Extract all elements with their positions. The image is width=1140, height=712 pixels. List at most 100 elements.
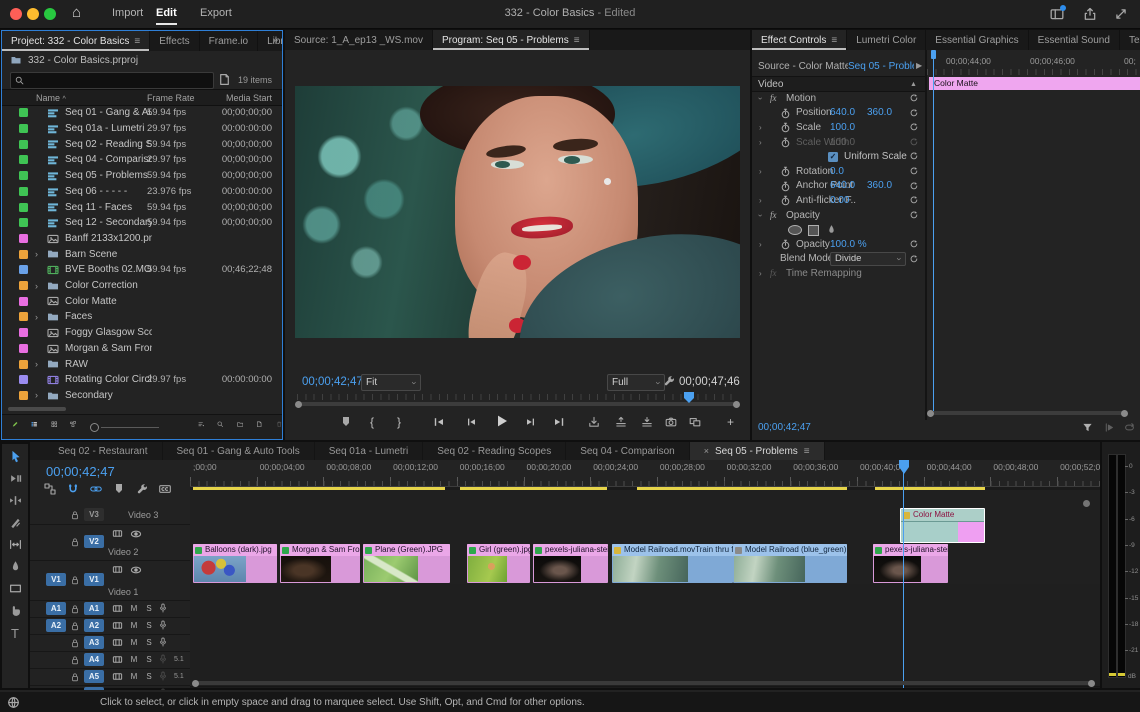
mute-button[interactable]: M [129,604,139,613]
label-color-swatch[interactable] [19,218,28,227]
program-scrubber-track[interactable] [297,402,738,406]
project-item-row[interactable]: Seq 11 - Faces59.94 fps00;00;00;00 [2,199,282,215]
project-item-row[interactable]: Rotating Color Circle.mov29.97 fps00:00:… [2,372,282,388]
play-in-out-icon[interactable] [1104,422,1115,433]
go-to-out-button[interactable] [553,416,565,428]
track-target-a3[interactable]: A3 [84,636,104,649]
rect-mask-icon[interactable] [808,225,819,236]
effect-hscrollbar[interactable] [929,411,1125,415]
track-target-v2[interactable]: V2 [84,535,104,548]
track-header-a5[interactable]: A5MS5.1 [30,668,190,686]
collapse-section-icon[interactable]: ▲ [910,81,917,88]
property-value[interactable]: 360.0 [867,107,892,118]
mute-button[interactable]: M [129,672,139,681]
track-target-v1[interactable]: V1 [84,573,104,586]
track-display-icon[interactable] [112,528,123,539]
tab-overflow-chevron[interactable]: » [272,35,278,46]
share-icon[interactable] [1083,7,1097,21]
tab-essential-sound[interactable]: Essential Sound [1029,30,1120,50]
effect-clip-bar[interactable]: Color Matte [929,77,1140,90]
timeline-scroll-right-handle[interactable] [1088,680,1095,687]
timeline-tab-seq-05-problems[interactable]: ×Seq 05 - Problems≡ [690,442,825,460]
effect-row-scale[interactable]: ›Scale100.0 [752,120,924,135]
timeline-tab-seq-02-reading-scopes[interactable]: Seq 02 - Reading Scopes [423,442,566,460]
tab-lumetri-color[interactable]: Lumetri Color [847,30,926,50]
project-item-row[interactable]: Seq 01a - Lumetri29.97 fps00:00:00:00 [2,121,282,137]
timeline-clip[interactable]: Morgan & Sam Front D [280,544,360,583]
tab-frame-io[interactable]: Frame.io [200,31,258,51]
effect-row-anchor-point[interactable]: Anchor Point640.0360.0 [752,179,924,194]
source-patch-a2[interactable]: A2 [46,619,66,632]
video-lane[interactable] [190,490,1100,509]
source-patch-v1[interactable]: V1 [46,573,66,586]
close-tab-icon[interactable]: × [704,446,709,456]
label-color-swatch[interactable] [19,155,28,164]
tool-ripple-edit[interactable] [9,494,22,507]
label-color-swatch[interactable] [19,360,28,369]
tool-pen[interactable] [9,560,22,573]
captions-icon[interactable] [159,483,171,495]
disclosure-chevron-icon[interactable]: › [35,359,38,369]
twirl-chevron-icon[interactable]: › [759,138,767,147]
reset-parameter-icon[interactable] [909,195,919,205]
add-marker-button[interactable] [340,416,352,428]
tab-libraries[interactable]: Libraries [258,31,282,51]
label-color-swatch[interactable] [19,203,28,212]
zoom-slider[interactable] [90,423,159,432]
playback-resolution-dropdown[interactable]: Full› [607,374,665,391]
label-color-swatch[interactable] [19,124,28,133]
panel-menu-icon[interactable]: ≡ [831,35,837,46]
scrubber-left-handle[interactable] [295,401,302,408]
timeline-vscrollbar[interactable] [1083,500,1090,507]
track-target-a5[interactable]: A5 [84,670,104,683]
project-item-row[interactable]: Foggy Glasgow Scotland.png [2,325,282,341]
timeline-clip[interactable]: pexels-juliana-stein- [873,544,948,583]
project-item-row[interactable]: Banff 2133x1200.png [2,231,282,247]
timeline-ruler[interactable]: ;00;0000;00;04;0000;00;08;0000;00;12;000… [190,460,1100,487]
timeline-tab-seq-01-gang-auto-tools[interactable]: Seq 01 - Gang & Auto Tools [163,442,315,460]
disclosure-chevron-icon[interactable]: › [35,281,38,291]
sort-icon[interactable] [198,421,204,433]
property-value[interactable]: 0.0 [830,166,844,177]
mark-in-button[interactable]: { [370,415,374,429]
track-target-v3[interactable]: V3 [84,508,104,521]
property-value[interactable]: 640.0 [830,107,855,118]
solo-button[interactable]: S [144,672,154,681]
scrubber-right-handle[interactable] [733,401,740,408]
lock-icon[interactable] [70,510,80,520]
solo-button[interactable]: S [144,655,154,664]
project-item-row[interactable]: Seq 12 - Secondary59.94 fps00;00;00;00 [2,215,282,231]
mute-button[interactable]: M [129,655,139,664]
reset-parameter-icon[interactable] [909,108,919,118]
column-name[interactable]: Name ^ [36,93,66,103]
project-item-row[interactable]: ›Secondary [2,388,282,403]
lock-icon[interactable] [70,575,80,585]
audio-lane[interactable] [190,601,1100,619]
label-color-swatch[interactable] [19,391,28,400]
program-video-frame[interactable] [295,86,740,338]
effect-scroll-left-handle[interactable] [927,410,934,417]
track-target-a1[interactable]: A1 [84,602,104,615]
effect-row-masks[interactable] [752,222,924,237]
lock-icon[interactable] [70,672,80,682]
new-item-icon[interactable] [256,421,262,433]
track-display-icon[interactable] [112,564,123,575]
project-item-row[interactable]: ›Faces [2,309,282,325]
effect-sequence-label[interactable]: Seq 05 - Problem... [848,61,914,72]
step-back-button[interactable] [465,416,477,428]
project-item-row[interactable]: Morgan & Sam Front Door 0 [2,341,282,357]
disclosure-chevron-icon[interactable]: › [35,249,38,259]
effect-row-anti-flicker-f-[interactable]: ›Anti-flicker F..0.00 [752,193,924,208]
effect-row-uniform-scale[interactable]: ✓Uniform Scale [752,149,924,164]
twirl-chevron-icon[interactable]: › [759,94,767,103]
label-color-swatch[interactable] [19,344,28,353]
label-color-swatch[interactable] [19,171,28,180]
timeline-timecode[interactable]: 00;00;42;47 [46,464,115,479]
tab-effect-controls[interactable]: Effect Controls≡ [752,30,847,50]
track-display-icon[interactable] [112,637,123,648]
audio-lane[interactable] [190,652,1100,670]
property-value[interactable]: 100.0 [830,137,855,148]
search-input[interactable] [10,72,214,89]
tab-source-monitor[interactable]: Source: 1_A_ep13 _WS.mov [285,30,433,50]
color-matte-clip[interactable]: Color Matte [900,508,985,543]
